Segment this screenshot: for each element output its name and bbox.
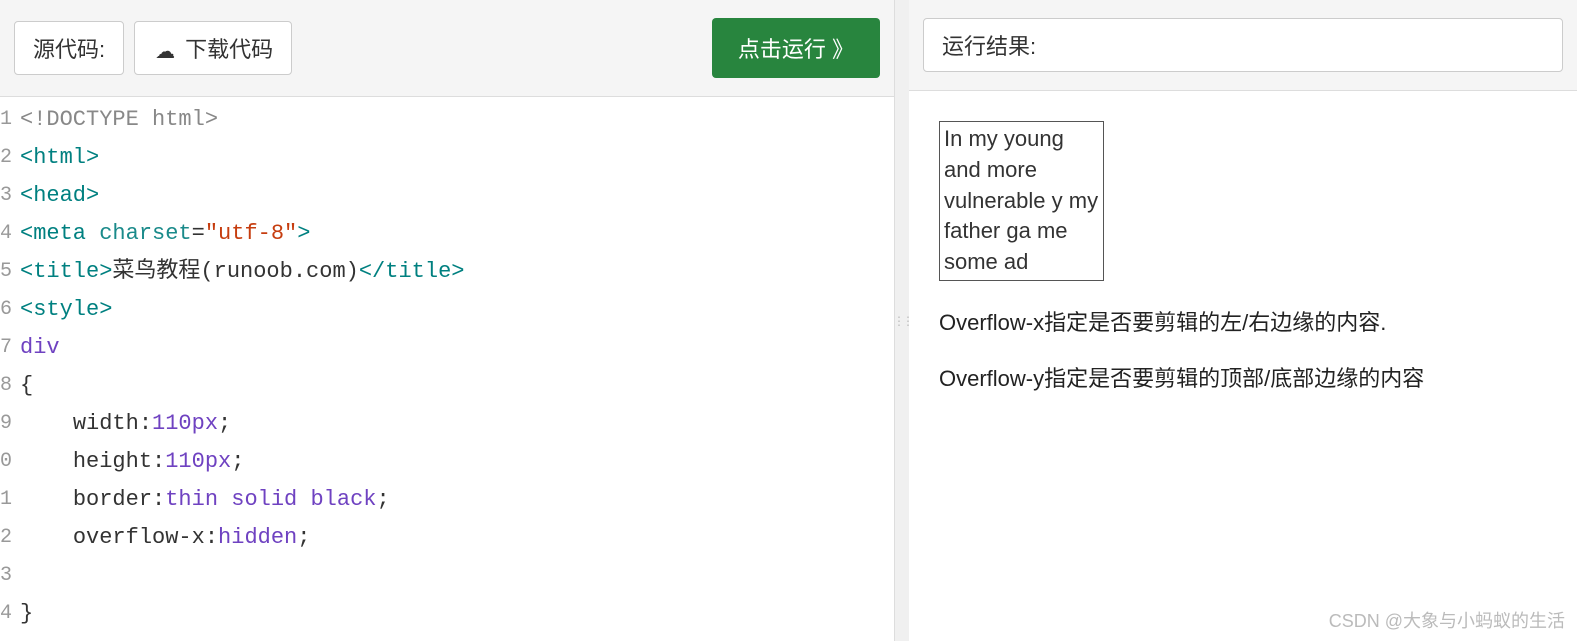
code-line[interactable]: 4} — [0, 595, 894, 633]
panel-divider[interactable] — [895, 0, 909, 641]
code-content[interactable]: </style> — [18, 633, 126, 641]
code-line[interactable]: 3<head> — [0, 177, 894, 215]
line-number: 2 — [0, 139, 18, 177]
watermark: CSDN @大象与小蚂蚁的生活 — [1329, 607, 1565, 633]
line-number: 5 — [0, 633, 18, 641]
code-editor[interactable]: 1<!DOCTYPE html>2<html>3<head>4<meta cha… — [0, 97, 894, 641]
result-paragraph-2: Overflow-y指定是否要剪辑的顶部/底部边缘的内容 — [939, 361, 1547, 393]
result-label: 运行结果: — [923, 18, 1563, 72]
code-content[interactable]: border:thin solid black; — [18, 481, 390, 519]
code-content[interactable]: { — [18, 367, 33, 405]
line-number: 4 — [0, 595, 18, 633]
demo-overflow-box[interactable]: In my young and more vulnerable y my fat… — [939, 121, 1104, 281]
code-content[interactable]: overflow-x:hidden; — [18, 519, 310, 557]
code-line[interactable]: 5<title>菜鸟教程(runoob.com)</title> — [0, 253, 894, 291]
code-line[interactable]: 3 — [0, 557, 894, 595]
line-number: 3 — [0, 177, 18, 215]
cloud-download-icon — [153, 38, 177, 58]
code-content[interactable] — [18, 557, 20, 595]
code-content[interactable]: <head> — [18, 177, 99, 215]
line-number: 1 — [0, 481, 18, 519]
code-content[interactable]: height:110px; — [18, 443, 244, 481]
line-number: 2 — [0, 519, 18, 557]
code-line[interactable]: 1<!DOCTYPE html> — [0, 101, 894, 139]
line-number: 5 — [0, 253, 18, 291]
code-content[interactable]: <html> — [18, 139, 99, 177]
source-toolbar: 源代码: 下载代码 点击运行 》 — [0, 0, 894, 97]
download-label: 下载代码 — [185, 32, 273, 64]
code-line[interactable]: 4<meta charset="utf-8"> — [0, 215, 894, 253]
code-editor-scroll[interactable]: 1<!DOCTYPE html>2<html>3<head>4<meta cha… — [0, 97, 894, 641]
code-line[interactable]: 8{ — [0, 367, 894, 405]
demo-box-text: In my young and more vulnerable y my fat… — [944, 126, 1098, 274]
line-number: 9 — [0, 405, 18, 443]
line-number: 3 — [0, 557, 18, 595]
code-line[interactable]: 0 height:110px; — [0, 443, 894, 481]
code-line[interactable]: 2 overflow-x:hidden; — [0, 519, 894, 557]
line-number: 8 — [0, 367, 18, 405]
result-paragraph-1: Overflow-x指定是否要剪辑的左/右边缘的内容. — [939, 305, 1547, 337]
code-content[interactable]: <meta charset="utf-8"> — [18, 215, 310, 253]
result-toolbar: 运行结果: — [909, 0, 1577, 91]
line-number: 6 — [0, 291, 18, 329]
line-number: 0 — [0, 443, 18, 481]
code-content[interactable]: } — [18, 595, 33, 633]
line-number: 7 — [0, 329, 18, 367]
code-line[interactable]: 6<style> — [0, 291, 894, 329]
code-line[interactable]: 7div — [0, 329, 894, 367]
source-panel: 源代码: 下载代码 点击运行 》 1<!DOCTYPE html>2<html>… — [0, 0, 895, 641]
code-line[interactable]: 1 border:thin solid black; — [0, 481, 894, 519]
result-panel: 运行结果: In my young and more vulnerable y … — [909, 0, 1577, 641]
code-content[interactable]: <title>菜鸟教程(runoob.com)</title> — [18, 253, 464, 291]
code-content[interactable]: width:110px; — [18, 405, 231, 443]
run-button[interactable]: 点击运行 》 — [712, 18, 880, 78]
code-line[interactable]: 9 width:110px; — [0, 405, 894, 443]
download-code-button[interactable]: 下载代码 — [134, 21, 292, 75]
result-body: In my young and more vulnerable y my fat… — [909, 91, 1577, 423]
code-line[interactable]: 2<html> — [0, 139, 894, 177]
source-label: 源代码: — [14, 21, 124, 75]
code-content[interactable]: div — [18, 329, 60, 367]
line-number: 4 — [0, 215, 18, 253]
code-content[interactable]: <!DOCTYPE html> — [18, 101, 218, 139]
line-number: 1 — [0, 101, 18, 139]
code-content[interactable]: <style> — [18, 291, 112, 329]
code-line[interactable]: 5</style> — [0, 633, 894, 641]
